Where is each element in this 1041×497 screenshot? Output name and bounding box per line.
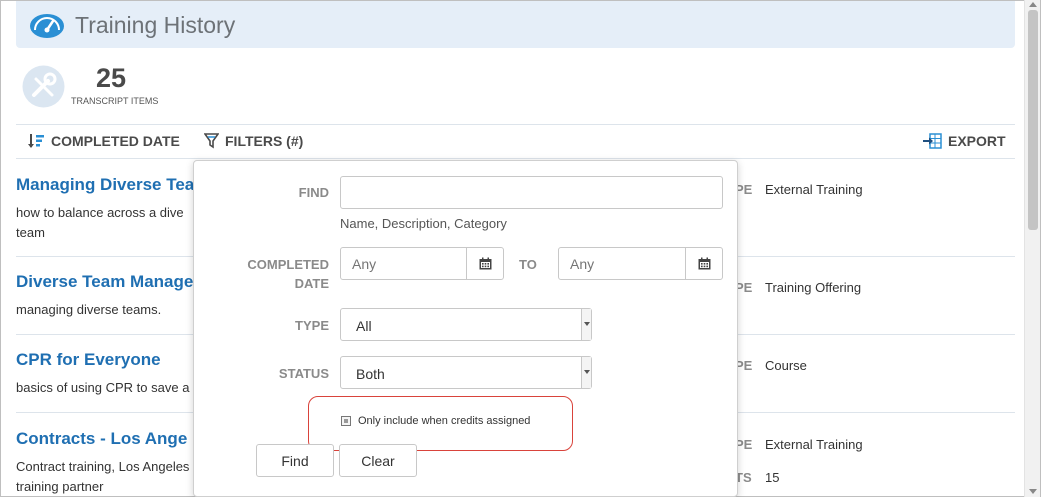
row-type-value: External Training <box>765 182 863 197</box>
find-hint: Name, Description, Category <box>340 216 507 231</box>
row-type-value: Training Offering <box>765 280 862 295</box>
row-title-link[interactable]: CPR for Everyone <box>16 350 161 370</box>
date-to-calendar-button[interactable] <box>685 247 723 280</box>
sort-icon <box>28 134 44 148</box>
scroll-down-arrow[interactable] <box>1029 489 1037 494</box>
chevron-down-icon <box>581 357 591 388</box>
row-extra-value: 15 <box>765 470 780 485</box>
vertical-scrollbar[interactable] <box>1024 0 1040 497</box>
chevron-down-icon <box>581 309 591 340</box>
divider <box>16 158 1015 159</box>
to-label: TO <box>519 257 537 272</box>
row-type-value: External Training <box>765 437 863 452</box>
status-label: STATUS <box>278 366 329 381</box>
filter-icon <box>204 133 219 149</box>
date-to-input[interactable] <box>558 247 687 280</box>
speedometer-icon <box>30 14 64 38</box>
scrollbar-thumb[interactable] <box>1028 10 1038 230</box>
filters-label: FILTERS (#) <box>225 133 304 149</box>
filters-popup: FIND Name, Description, Category COMPLET… <box>193 160 738 497</box>
calendar-icon <box>479 257 491 270</box>
page-title: Training History <box>75 12 236 38</box>
sort-completed-date-button[interactable]: COMPLETED DATE <box>28 133 180 149</box>
export-button[interactable]: EXPORT <box>923 133 1006 149</box>
row-description: how to balance across a dive team <box>16 205 184 240</box>
find-input[interactable] <box>340 176 723 209</box>
row-title-link[interactable]: Managing Diverse Tea <box>16 175 194 195</box>
completed-date-label-1: COMPLETED <box>247 257 329 272</box>
find-button[interactable]: Find <box>256 444 334 477</box>
find-label: FIND <box>298 185 329 200</box>
divider <box>16 124 1015 125</box>
sort-label: COMPLETED DATE <box>51 133 180 149</box>
row-title-link[interactable]: Diverse Team Manage <box>16 272 193 292</box>
status-select-value: Both <box>356 366 385 382</box>
completed-date-label-2: DATE <box>294 276 329 291</box>
calendar-icon <box>698 257 710 270</box>
transcript-count: 25 <box>96 63 127 93</box>
credits-checkbox-label: Only include when credits assigned <box>358 415 531 427</box>
row-description: basics of using CPR to save a <box>16 380 190 395</box>
type-select[interactable]: All <box>340 308 592 341</box>
status-select[interactable]: Both <box>340 356 592 389</box>
export-icon <box>923 133 942 149</box>
clear-button[interactable]: Clear <box>339 444 417 477</box>
row-type-value: Course <box>765 358 807 373</box>
filters-button[interactable]: FILTERS (#) <box>204 133 303 149</box>
type-select-value: All <box>356 318 372 334</box>
credits-checkbox[interactable] <box>341 416 351 426</box>
row-description: Contract training, Los Angeles training … <box>16 459 190 494</box>
row-title-link[interactable]: Contracts - Los Ange <box>16 429 187 449</box>
credits-checkbox-row[interactable]: Only include when credits assigned <box>341 415 530 427</box>
scroll-up-arrow[interactable] <box>1029 2 1037 7</box>
date-from-input[interactable] <box>340 247 468 280</box>
tools-icon <box>22 65 65 108</box>
type-label: TYPE <box>295 318 329 333</box>
date-from-calendar-button[interactable] <box>466 247 504 280</box>
transcript-count-label: TRANSCRIPT ITEMS <box>71 96 159 106</box>
page-header: Training History <box>16 1 1015 48</box>
export-label: EXPORT <box>948 133 1006 149</box>
row-description: managing diverse teams. <box>16 302 162 317</box>
